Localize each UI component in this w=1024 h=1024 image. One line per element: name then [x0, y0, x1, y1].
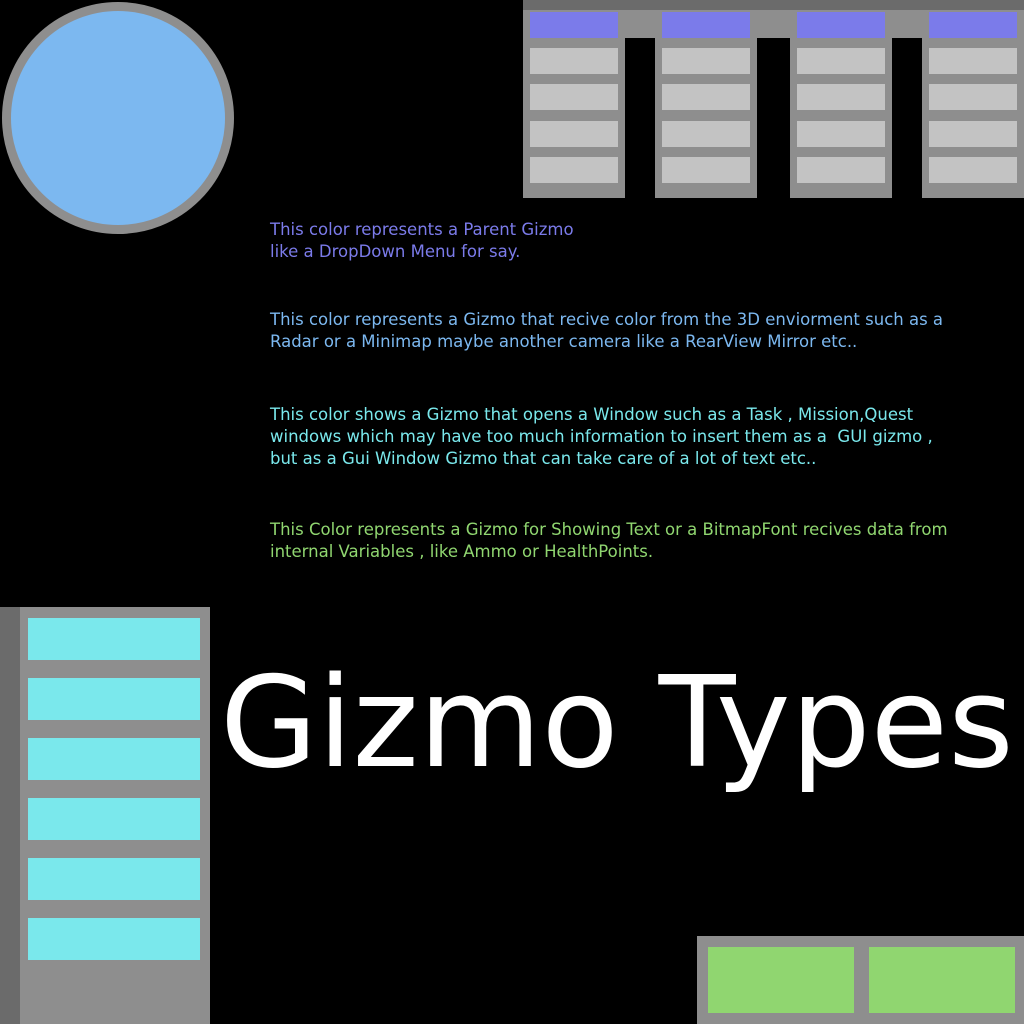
dropdown-menu-column [922, 10, 1024, 198]
dropdown-menu-item[interactable] [530, 48, 618, 74]
dropdown-menu-item[interactable] [797, 157, 885, 183]
dropdown-menu-item[interactable] [929, 121, 1017, 147]
dropdown-menu-item[interactable] [797, 48, 885, 74]
dropdown-menu-item[interactable] [530, 84, 618, 110]
text-gizmo-box[interactable] [869, 947, 1015, 1013]
window-gizmo-item[interactable] [28, 678, 200, 720]
legend-line: This Color represents a Gizmo for Showin… [270, 520, 948, 539]
legend-line: This color represents a Gizmo that reciv… [270, 310, 944, 329]
legend-line: This color shows a Gizmo that opens a Wi… [270, 405, 914, 424]
legend-environment-description: This color represents a Gizmo that reciv… [270, 309, 943, 353]
dropdown-menu-top-bar [523, 0, 1024, 10]
window-gizmo-item[interactable] [28, 918, 200, 960]
dropdown-menu-item[interactable] [530, 157, 618, 183]
dropdown-menu-header[interactable] [797, 12, 885, 38]
dropdown-menu-header[interactable] [929, 12, 1017, 38]
legend-window-description: This color shows a Gizmo that opens a Wi… [270, 404, 933, 470]
dropdown-menu-header[interactable] [530, 12, 618, 38]
dropdown-menu-item[interactable] [662, 48, 750, 74]
legend-line: like a DropDown Menu for say. [270, 242, 521, 261]
dropdown-menu-item[interactable] [929, 48, 1017, 74]
window-gizmo-item[interactable] [28, 798, 200, 840]
gizmo-types-canvas: This color represents a Parent Gizmo like… [0, 0, 1024, 1024]
dropdown-menu-item[interactable] [797, 121, 885, 147]
dropdown-menu-column [655, 10, 757, 198]
dropdown-menu-item[interactable] [797, 84, 885, 110]
legend-text-description: This Color represents a Gizmo for Showin… [270, 519, 948, 563]
dropdown-menu-item[interactable] [662, 121, 750, 147]
legend-line: but as a Gui Window Gizmo that can take … [270, 449, 817, 468]
legend-line: windows which may have too much informat… [270, 427, 933, 446]
window-gizmo-item[interactable] [28, 618, 200, 660]
dropdown-menu-item[interactable] [929, 84, 1017, 110]
dropdown-menu-header[interactable] [662, 12, 750, 38]
dropdown-menu-column [523, 10, 625, 198]
window-gizmo-item[interactable] [28, 858, 200, 900]
legend-line: internal Variables , like Ammo or Health… [270, 542, 654, 561]
legend-line: This color represents a Parent Gizmo [270, 220, 574, 239]
text-gizmo-box[interactable] [708, 947, 854, 1013]
dropdown-menu-item[interactable] [530, 121, 618, 147]
environment-gizmo-circle [2, 2, 234, 234]
dropdown-menu-gizmo [523, 0, 1024, 198]
legend-parent-description: This color represents a Parent Gizmo like… [270, 219, 574, 263]
page-title: Gizmo Types [220, 649, 1014, 796]
dropdown-menu-column [790, 10, 892, 198]
window-gizmo-panel-edge [0, 607, 20, 1024]
dropdown-menu-item[interactable] [662, 157, 750, 183]
dropdown-menu-item[interactable] [662, 84, 750, 110]
dropdown-menu-item[interactable] [929, 157, 1017, 183]
legend-line: Radar or a Minimap maybe another camera … [270, 332, 858, 351]
window-gizmo-item[interactable] [28, 738, 200, 780]
